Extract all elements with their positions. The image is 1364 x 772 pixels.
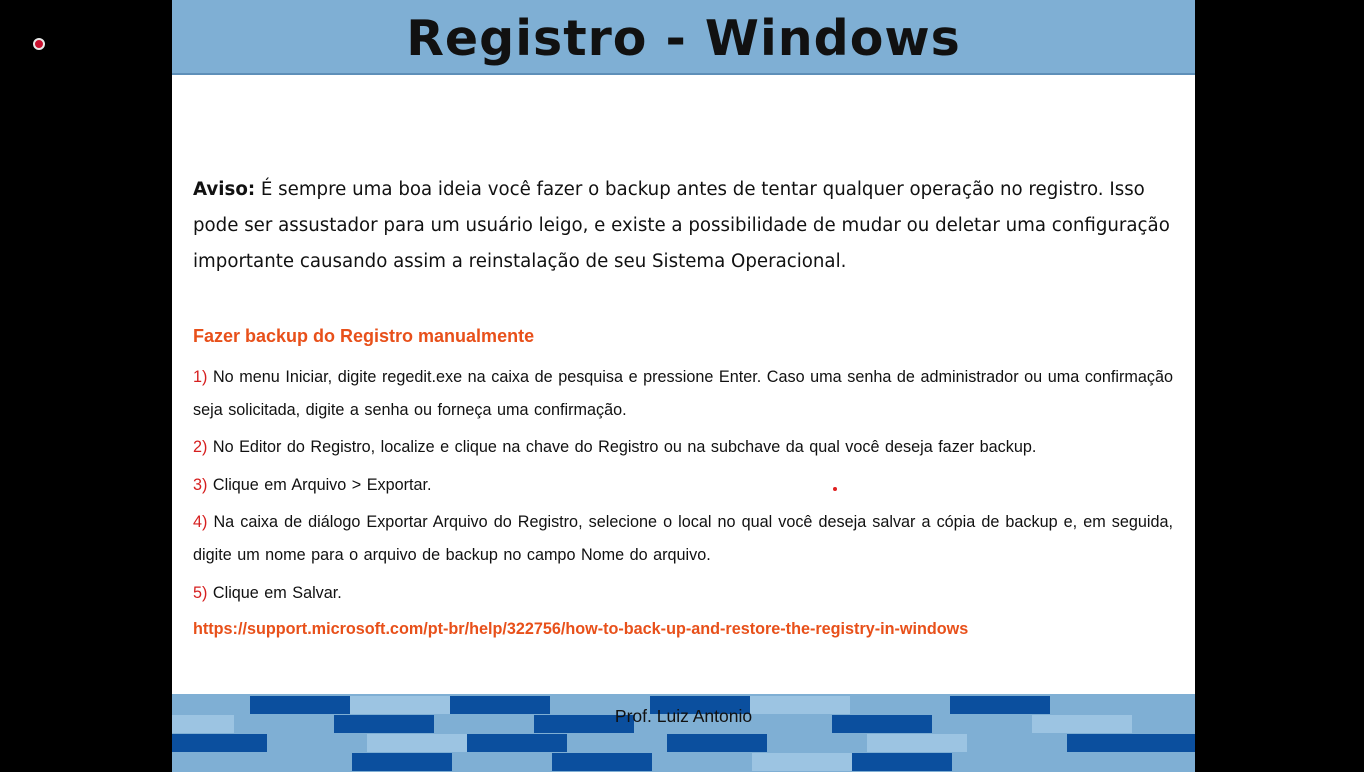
footer-brick: [172, 734, 267, 752]
footer-brick: [352, 753, 452, 771]
record-indicator-icon: [33, 38, 45, 50]
section-heading: Fazer backup do Registro manualmente: [193, 326, 535, 346]
microsoft-support-link[interactable]: https://support.microsoft.com/pt-br/help…: [193, 620, 968, 639]
step-number: 5): [193, 584, 208, 602]
footer-brick: [367, 734, 467, 752]
warning-text: É sempre uma boa ideia você fazer o back…: [193, 179, 1170, 272]
author-name: Prof. Luiz Antonio: [614, 706, 753, 726]
footer-brick: [467, 734, 567, 752]
step-text: No Editor do Registro, localize e clique…: [207, 438, 1037, 456]
laser-pointer-dot: [833, 487, 837, 491]
footer-brick: [552, 753, 652, 771]
footer-brick: [752, 753, 852, 771]
step-text: Clique em Arquivo > Exportar.: [207, 476, 432, 494]
step-1: 1) No menu Iniciar, digite regedit.exe n…: [193, 361, 1173, 427]
footer-brick: [852, 753, 952, 771]
step-3: 3) Clique em Arquivo > Exportar.: [193, 469, 1173, 502]
step-text: Na caixa de diálogo Exportar Arquivo do …: [193, 513, 1173, 564]
step-text: No menu Iniciar, digite regedit.exe na c…: [193, 368, 1173, 419]
footer-brick: [1067, 734, 1195, 752]
step-number: 1): [193, 368, 208, 386]
warning-label: Aviso:: [193, 179, 256, 200]
step-5: 5) Clique em Salvar.: [193, 577, 1173, 610]
step-number: 4): [193, 513, 208, 531]
warning-paragraph: Aviso: É sempre uma boa ideia você fazer…: [193, 172, 1183, 280]
slide: Registro - Windows Aviso: É sempre uma b…: [172, 0, 1195, 772]
footer-brick: [667, 734, 767, 752]
slide-title: Registro - Windows: [406, 10, 961, 67]
step-2: 2) No Editor do Registro, localize e cli…: [193, 431, 1173, 464]
step-number: 3): [193, 476, 208, 494]
footer-brick-band: Prof. Luiz Antonio: [172, 694, 1195, 772]
step-4: 4) Na caixa de diálogo Exportar Arquivo …: [193, 506, 1173, 572]
footer-brick: [867, 734, 967, 752]
step-number: 2): [193, 438, 208, 456]
step-text: Clique em Salvar.: [207, 584, 342, 602]
title-bar: Registro - Windows: [172, 0, 1195, 75]
